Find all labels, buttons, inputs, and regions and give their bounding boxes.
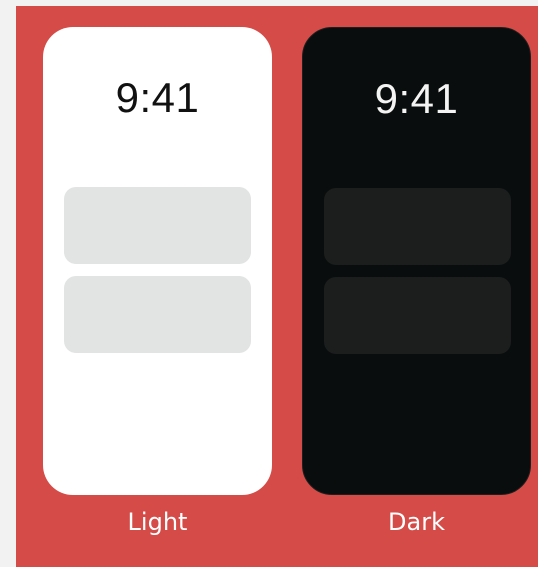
light-mode-phone-preview[interactable]: 9:41 [43, 27, 272, 495]
dark-mode-phone-preview[interactable]: 9:41 [302, 27, 531, 495]
appearance-preview-canvas: 9:41 9:41 Light Dark [16, 6, 538, 567]
dark-notification-card-1 [324, 188, 511, 265]
dark-notification-card-2 [324, 277, 511, 354]
light-mode-label: Light [127, 508, 188, 536]
light-notification-card-1 [64, 187, 251, 264]
dark-mode-label: Dark [388, 508, 445, 536]
light-notification-card-2 [64, 276, 251, 353]
dark-lock-screen-time: 9:41 [374, 75, 459, 122]
light-lock-screen-time: 9:41 [115, 74, 200, 121]
